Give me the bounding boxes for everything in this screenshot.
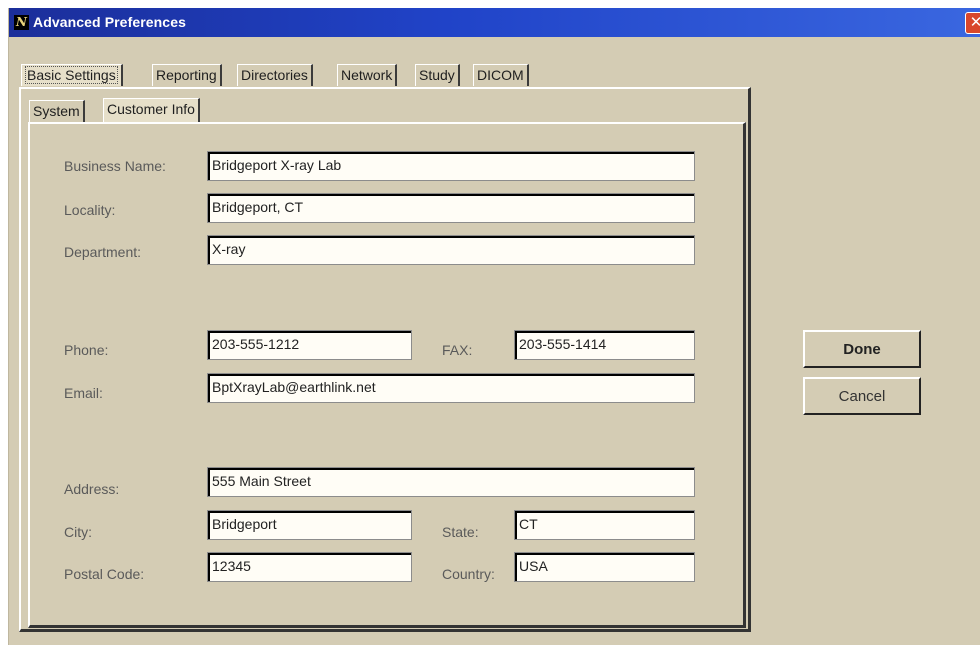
window-title: Advanced Preferences	[33, 14, 186, 30]
tab-label: Basic Settings	[25, 66, 118, 84]
phone-field[interactable]: 203-555-1212	[207, 330, 412, 360]
subtab-label: System	[33, 103, 80, 119]
business-name-field[interactable]: Bridgeport X-ray Lab	[207, 151, 695, 181]
state-field[interactable]: CT	[514, 510, 695, 540]
address-label: Address:	[64, 481, 120, 497]
business-name-label: Business Name:	[64, 158, 166, 174]
tab-basic-settings[interactable]: Basic Settings	[21, 64, 123, 86]
country-label: Country:	[442, 566, 495, 582]
subtab-customer-info[interactable]: Customer Info	[103, 98, 200, 122]
tab-directories[interactable]: Directories	[237, 64, 313, 86]
email-field[interactable]: BptXrayLab@earthlink.net	[207, 373, 695, 403]
email-label: Email:	[64, 385, 103, 401]
tab-reporting[interactable]: Reporting	[152, 64, 222, 86]
locality-field[interactable]: Bridgeport, CT	[207, 193, 695, 223]
title-bar[interactable]: N Advanced Preferences ✕	[9, 8, 980, 37]
tab-label: Network	[341, 67, 393, 83]
close-icon[interactable]: ✕	[965, 12, 980, 34]
postal-code-label: Postal Code:	[64, 566, 145, 582]
state-label: State:	[442, 524, 479, 540]
fax-label: FAX:	[442, 342, 473, 358]
phone-label: Phone:	[64, 342, 109, 358]
fax-field[interactable]: 203-555-1414	[514, 330, 695, 360]
tab-label: DICOM	[477, 67, 524, 83]
subtab-system[interactable]: System	[29, 100, 85, 122]
country-field[interactable]: USA	[514, 552, 695, 582]
tab-study[interactable]: Study	[415, 64, 460, 86]
tab-network[interactable]: Network	[337, 64, 398, 86]
cancel-button[interactable]: Cancel	[803, 377, 921, 415]
address-field[interactable]: 555 Main Street	[207, 467, 695, 497]
tab-label: Directories	[241, 67, 308, 83]
app-logo-icon: N	[14, 15, 29, 30]
department-field[interactable]: X-ray	[207, 235, 695, 265]
subtab-label: Customer Info	[107, 101, 195, 117]
department-label: Department:	[64, 244, 142, 260]
postal-code-field[interactable]: 12345	[207, 552, 412, 582]
city-field[interactable]: Bridgeport	[207, 510, 412, 540]
advanced-preferences-window: N Advanced Preferences ✕ Basic Settings …	[8, 8, 980, 645]
tab-label: Study	[419, 67, 455, 83]
city-label: City:	[64, 524, 92, 540]
done-button[interactable]: Done	[803, 330, 921, 368]
locality-label: Locality:	[64, 202, 116, 218]
tab-dicom[interactable]: DICOM	[473, 64, 529, 86]
tab-label: Reporting	[156, 67, 217, 83]
